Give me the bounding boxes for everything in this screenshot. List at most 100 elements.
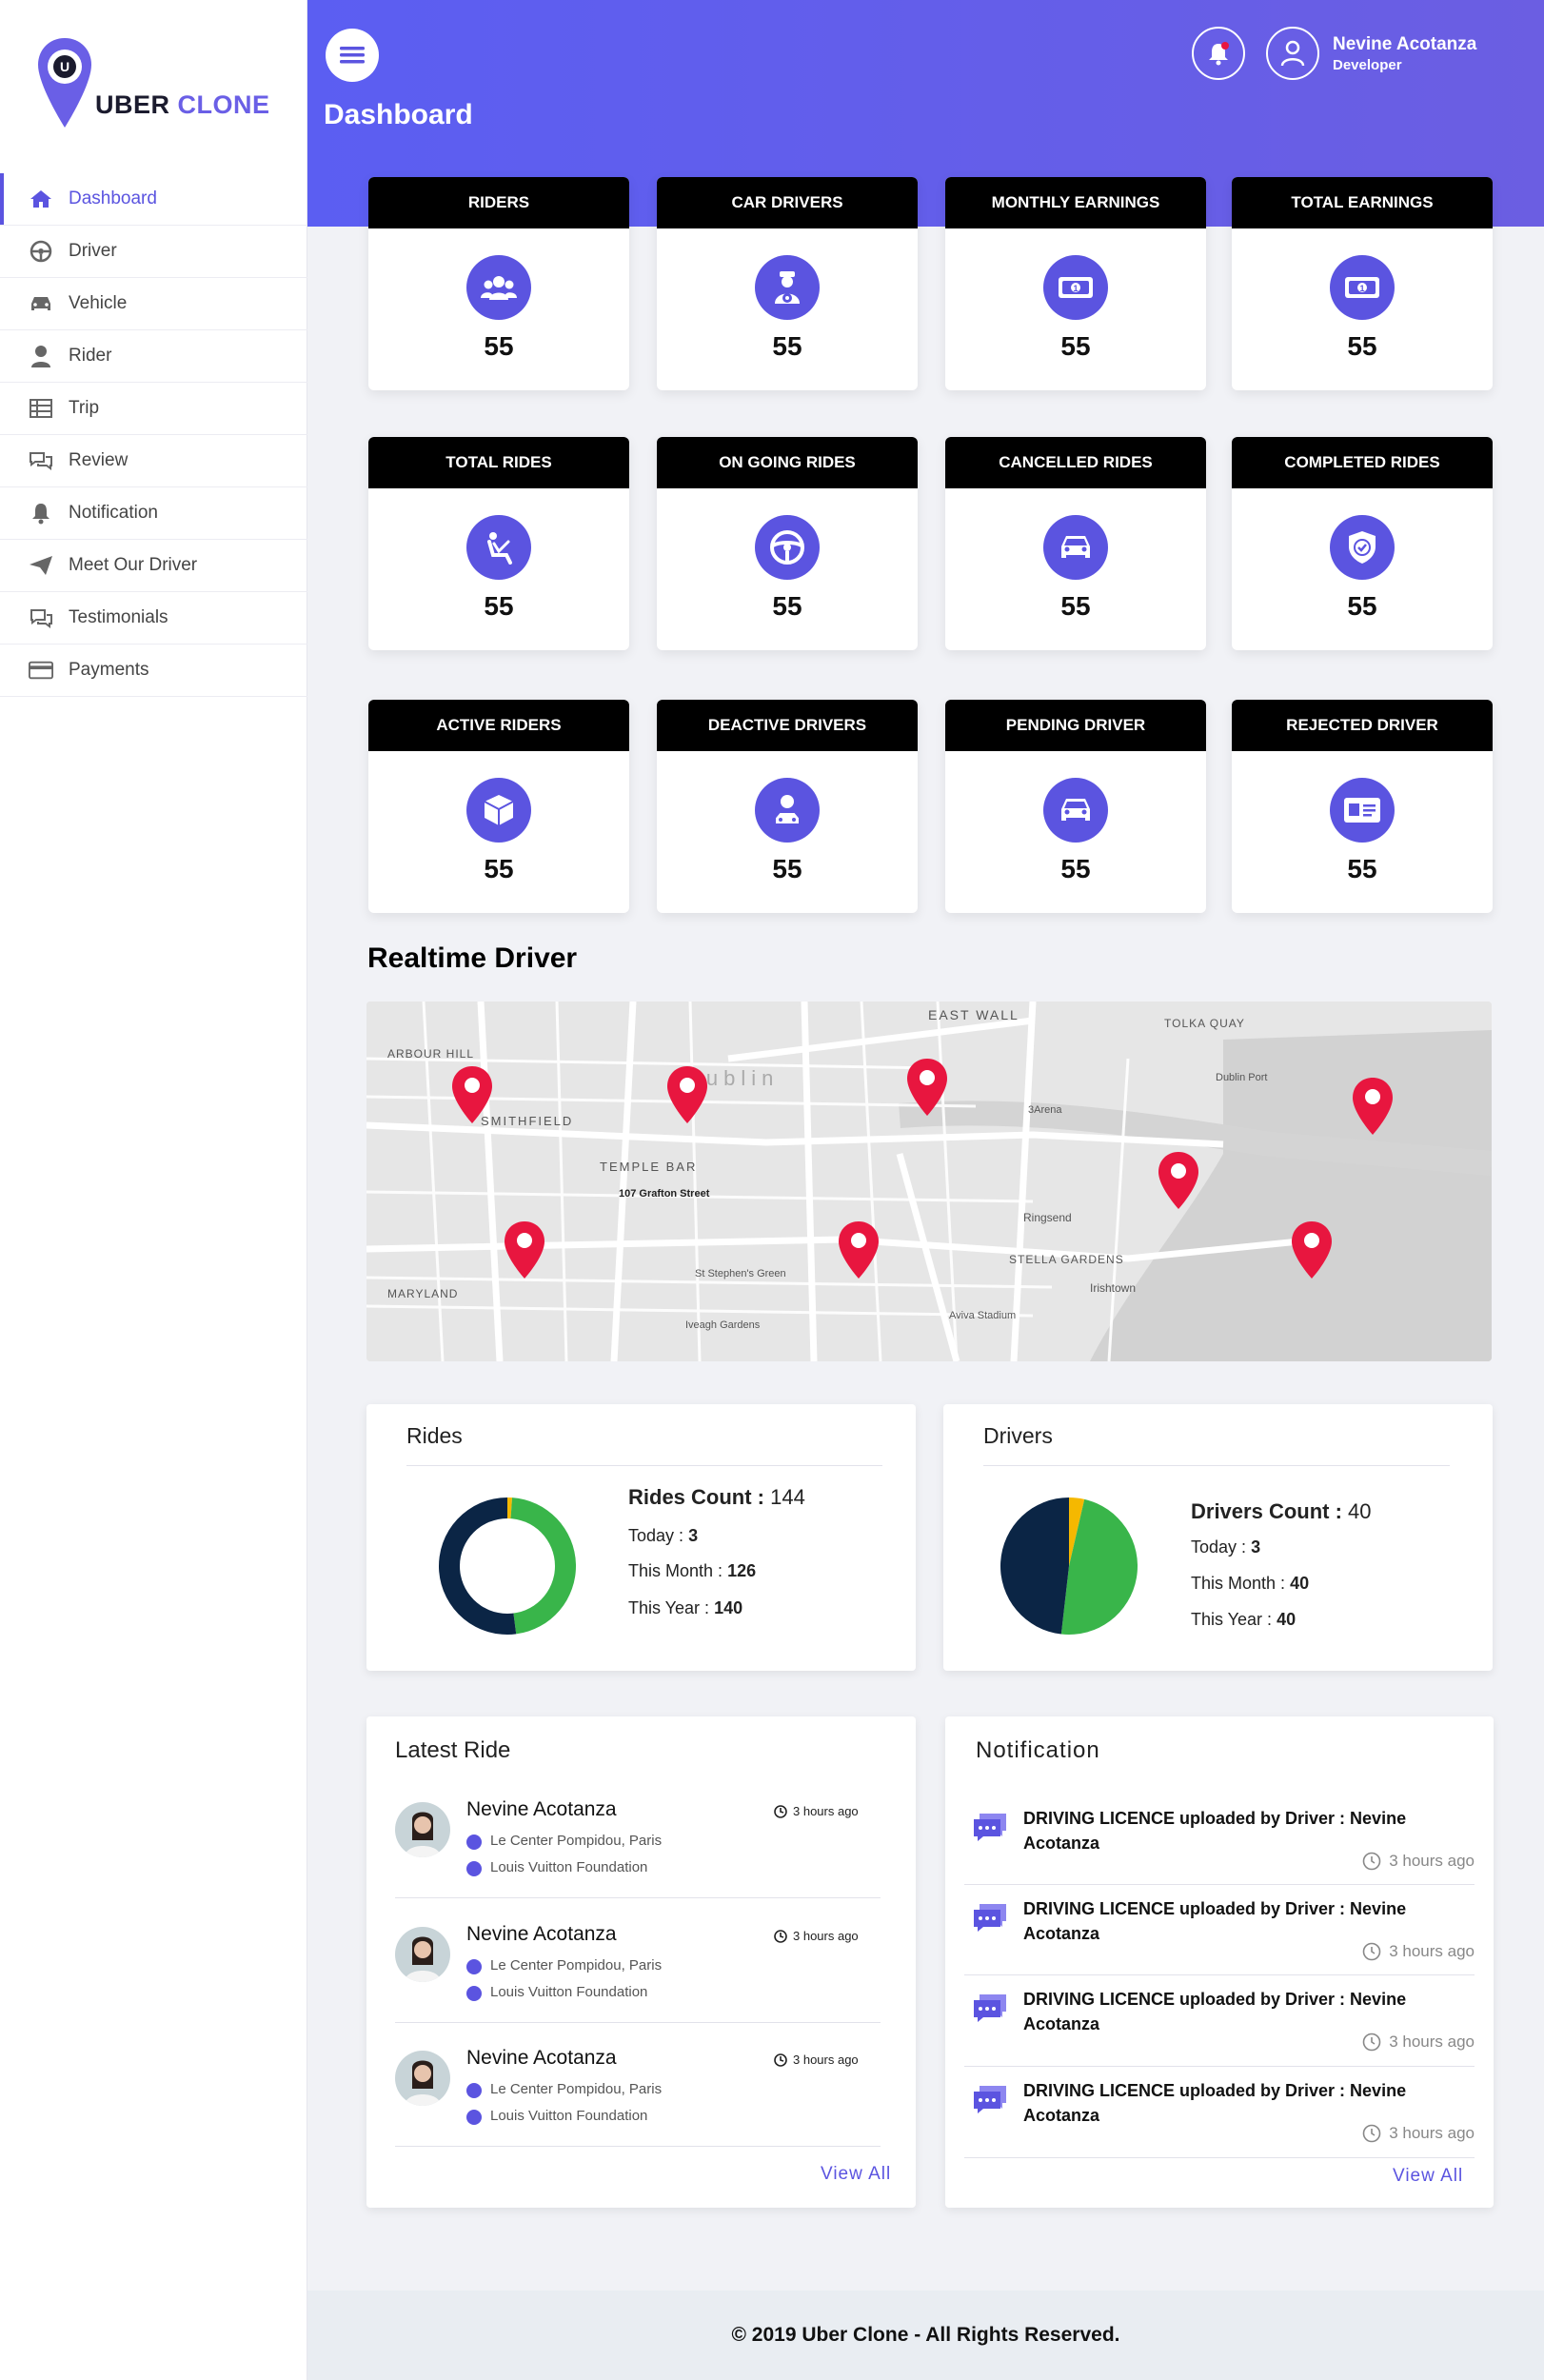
latest-ride-title: Latest Ride (395, 1737, 511, 1763)
view-all-rides-link[interactable]: View All (821, 2164, 891, 2185)
divider (964, 2157, 1475, 2158)
driver-icon (755, 778, 820, 843)
stat-card-total-earnings[interactable]: TOTAL EARNINGS 1 55 (1232, 177, 1493, 390)
sidebar-item-rider[interactable]: Rider (0, 330, 307, 383)
stat-card-monthly-earnings[interactable]: MONTHLY EARNINGS 1 55 (945, 177, 1206, 390)
divider (395, 2146, 881, 2147)
stat-card-title: CANCELLED RIDES (945, 437, 1206, 488)
sidebar-item-label: Rider (69, 346, 112, 366)
divider (395, 2022, 881, 2023)
map-label: SMITHFIELD (481, 1114, 574, 1128)
pickup-icon (466, 1959, 482, 1974)
notification-item[interactable]: DRIVING LICENCE uploaded by Driver : Nev… (945, 2065, 1497, 2156)
rides-count-label: Rides Count : (628, 1485, 764, 1509)
driver-location-pin[interactable] (503, 1220, 546, 1280)
notification-text: DRIVING LICENCE uploaded by Driver : Nev… (1023, 1899, 1407, 1943)
location-pin-logo-icon: U (38, 38, 91, 128)
menu-toggle-button[interactable] (326, 29, 379, 82)
view-all-notifications-link[interactable]: View All (1393, 2166, 1463, 2187)
list-item[interactable]: Nevine Acotanza Le Center Pompidou, Pari… (366, 1908, 881, 2022)
driver-location-pin[interactable] (905, 1057, 949, 1118)
drivers-count-value: 40 (1348, 1499, 1372, 1523)
stat-card-title: COMPLETED RIDES (1232, 437, 1493, 488)
clock-icon (1362, 1942, 1381, 1961)
stat-card-total-rides[interactable]: TOTAL RIDES 55 (368, 437, 629, 650)
message-icon (974, 1814, 1006, 1841)
map-label: STELLA GARDENS (1009, 1253, 1124, 1266)
hamburger-icon (340, 47, 365, 64)
drivers-pie-chart (1000, 1497, 1138, 1635)
stat-card-value: 55 (772, 591, 802, 621)
rides-donut-chart (438, 1497, 576, 1635)
driver-location-pin[interactable] (1157, 1150, 1200, 1211)
notification-item[interactable]: DRIVING LICENCE uploaded by Driver : Nev… (945, 1973, 1497, 2065)
sidebar-item-meet-our-driver[interactable]: Meet Our Driver (0, 540, 307, 592)
rides-panel-title: Rides (406, 1423, 463, 1448)
ride-from: Le Center Pompidou, Paris (490, 1957, 663, 1973)
avatar (395, 2051, 450, 2106)
stat-card-value: 55 (772, 331, 802, 361)
notification-item[interactable]: DRIVING LICENCE uploaded by Driver : Nev… (945, 1883, 1497, 1974)
map-label: TEMPLE BAR (600, 1160, 698, 1174)
home-icon (29, 187, 53, 211)
driver-location-pin[interactable] (1290, 1220, 1334, 1280)
ride-time: 3 hours ago (774, 1929, 859, 1943)
sidebar-item-notification[interactable]: Notification (0, 487, 307, 540)
sidebar-item-trip[interactable]: Trip (0, 383, 307, 435)
rides-count-row: Rides Count : 144 (628, 1485, 805, 1510)
list-item[interactable]: Nevine Acotanza Le Center Pompidou, Pari… (366, 2032, 881, 2146)
stat-card-title: ON GOING RIDES (657, 437, 918, 488)
drivers-count-label: Drivers Count : (1191, 1499, 1342, 1523)
map-label: Ringsend (1023, 1211, 1072, 1224)
map-label: Dublin Port (1216, 1072, 1268, 1083)
drivers-month-value: 40 (1290, 1574, 1310, 1593)
stat-card-riders[interactable]: RIDERS 55 (368, 177, 629, 390)
sidebar-item-review[interactable]: Review (0, 435, 307, 487)
rides-month-row: This Month : 126 (628, 1561, 756, 1581)
driver-location-pin[interactable] (837, 1220, 881, 1280)
map-label: 107 Grafton Street (619, 1188, 710, 1200)
driver-location-pin[interactable] (450, 1064, 494, 1125)
notification-time-text: 3 hours ago (1389, 2124, 1475, 2142)
ride-time: 3 hours ago (774, 2053, 859, 2067)
stat-card-title: RIDERS (368, 177, 629, 228)
sidebar-item-testimonials[interactable]: Testimonials (0, 592, 307, 645)
pie-slice-this-year (1000, 1497, 1069, 1635)
notification-bell-button[interactable] (1192, 27, 1245, 80)
sidebar-item-vehicle[interactable]: Vehicle (0, 278, 307, 330)
user-name[interactable]: Nevine Acotanza (1333, 34, 1476, 55)
stat-card-value: 55 (484, 854, 514, 883)
stat-card-completed-rides[interactable]: COMPLETED RIDES 55 (1232, 437, 1493, 650)
steering-wheel-icon (755, 515, 820, 580)
drivers-panel: Drivers Drivers Count : 40 Today : 3 Thi… (943, 1404, 1493, 1671)
bell-icon (1209, 42, 1229, 66)
realtime-driver-map[interactable]: EAST WALL TOLKA QUAY ARBOUR HILL SMITHFI… (366, 1002, 1492, 1361)
map-background (366, 1002, 1492, 1361)
stat-card-deactive-drivers[interactable]: DEACTIVE DRIVERS 55 (657, 700, 918, 913)
car-icon (1043, 515, 1108, 580)
sidebar-item-payments[interactable]: Payments (0, 645, 307, 697)
dropoff-icon (466, 1986, 482, 2001)
rides-month-value: 126 (727, 1561, 757, 1580)
users-icon (466, 255, 531, 320)
sidebar-item-dashboard[interactable]: Dashboard (0, 173, 307, 226)
map-label: Iveagh Gardens (685, 1319, 761, 1331)
rides-panel: Rides Rides Count : 144 Today : 3 This M… (366, 1404, 916, 1671)
notification-time: 3 hours ago (1362, 2033, 1475, 2052)
user-avatar-button[interactable] (1266, 27, 1319, 80)
stat-card-rejected-driver[interactable]: REJECTED DRIVER 55 (1232, 700, 1493, 913)
stat-card-ongoing-rides[interactable]: ON GOING RIDES 55 (657, 437, 918, 650)
sidebar-item-driver[interactable]: Driver (0, 226, 307, 278)
svg-text:1: 1 (1073, 284, 1078, 293)
brand-logo[interactable]: U UBER CLONE (36, 36, 284, 141)
notification-item[interactable]: DRIVING LICENCE uploaded by Driver : Nev… (945, 1793, 1497, 1884)
stat-card-car-drivers[interactable]: CAR DRIVERS 55 (657, 177, 918, 390)
stat-card-pending-driver[interactable]: PENDING DRIVER 55 (945, 700, 1206, 913)
dropoff-icon (466, 2110, 482, 2125)
driver-location-pin[interactable] (1351, 1076, 1395, 1137)
stat-card-active-riders[interactable]: ACTIVE RIDERS 55 (368, 700, 629, 913)
stat-card-cancelled-rides[interactable]: CANCELLED RIDES 55 (945, 437, 1206, 650)
user-role: Developer (1333, 57, 1402, 73)
list-item[interactable]: Nevine Acotanza Le Center Pompidou, Pari… (366, 1783, 881, 1897)
driver-location-pin[interactable] (665, 1064, 709, 1125)
